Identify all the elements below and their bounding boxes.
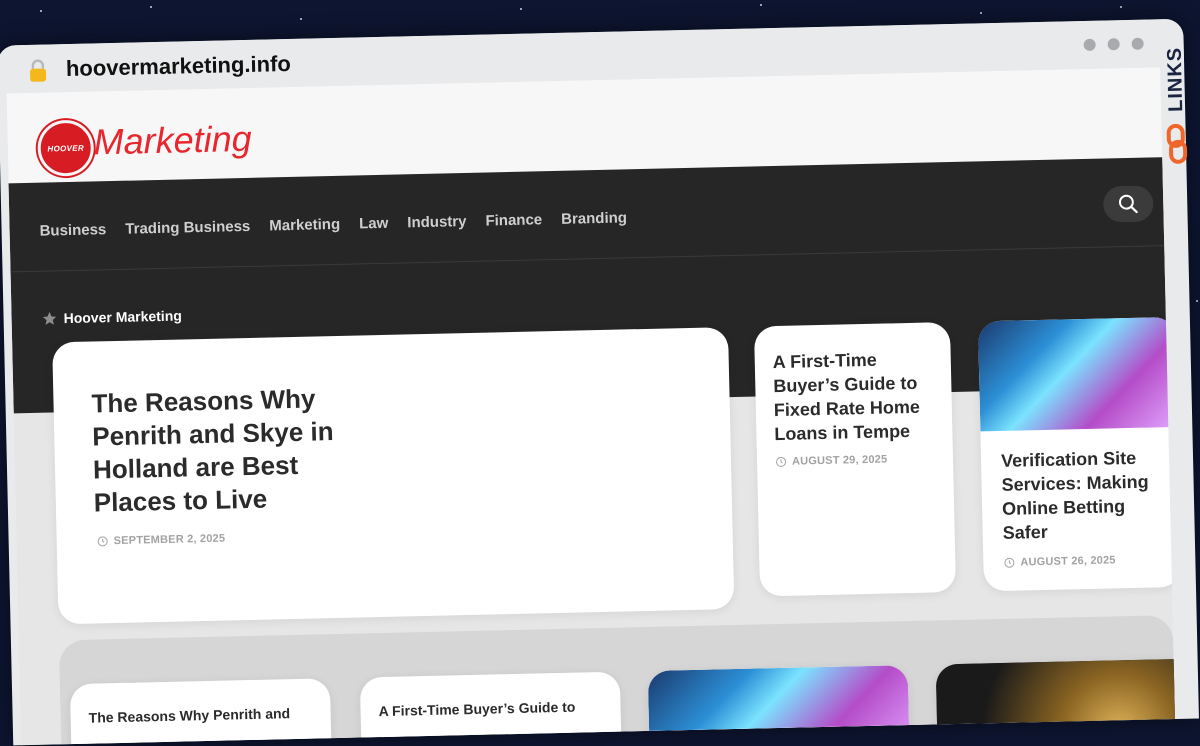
nav-item-business[interactable]: Business <box>39 221 106 240</box>
nav-divider <box>10 245 1165 273</box>
browser-window: hoovermarketing.info HOOVER Marketing Bu… <box>0 18 1199 746</box>
chain-link-icon <box>1166 123 1188 164</box>
search-button[interactable] <box>1102 185 1154 223</box>
post-date: AUGUST 26, 2025 <box>1003 554 1116 569</box>
window-controls <box>1083 37 1144 51</box>
nav-item-marketing[interactable]: Marketing <box>269 216 340 235</box>
side-links-badge[interactable]: LINKS <box>1162 47 1195 348</box>
post-card[interactable] <box>935 658 1175 746</box>
post-card[interactable]: A First-Time Buyer’s Guide to <box>359 671 622 746</box>
nav-item-trading-business[interactable]: Trading Business <box>125 218 250 238</box>
post-title[interactable]: A First-Time Buyer’s Guide to <box>378 699 575 719</box>
post-title[interactable]: The Reasons Why Penrith and <box>88 705 290 726</box>
side-badge-text: LINKS <box>1163 46 1187 113</box>
post-card[interactable]: A First-Time Buyer’s Guide to Fixed Rate… <box>753 322 957 597</box>
clock-icon <box>97 536 108 547</box>
nav-item-industry[interactable]: Industry <box>407 213 467 231</box>
post-card[interactable] <box>647 665 910 746</box>
post-thumbnail-casino-chips[interactable] <box>647 665 910 746</box>
search-icon <box>1118 194 1138 214</box>
post-date: AUGUST 29, 2025 <box>775 453 888 469</box>
address-bar-url[interactable]: hoovermarketing.info <box>66 51 291 82</box>
post-title[interactable]: Verification Site Services: Making Onlin… <box>1001 445 1163 545</box>
post-date-text: AUGUST 29, 2025 <box>791 453 888 468</box>
star-icon <box>42 311 57 325</box>
main-nav: Business Trading Business Marketing Law … <box>39 209 627 239</box>
post-card[interactable]: The Reasons Why Penrith and <box>69 678 332 746</box>
window-dot[interactable] <box>1131 37 1144 50</box>
nav-item-finance[interactable]: Finance <box>485 211 542 229</box>
nav-item-law[interactable]: Law <box>359 215 389 233</box>
post-title[interactable]: A First-Time Buyer’s Guide to Fixed Rate… <box>773 346 935 446</box>
featured-post-card[interactable]: The Reasons Why Penrith and Skye in Holl… <box>52 327 735 625</box>
nav-item-branding[interactable]: Branding <box>561 209 627 227</box>
logo-badge[interactable]: HOOVER <box>37 119 95 177</box>
post-date-text: SEPTEMBER 2, 2025 <box>113 532 226 548</box>
breadcrumb: Hoover Marketing <box>41 307 182 326</box>
logo-text[interactable]: Marketing <box>93 118 252 164</box>
window-dot[interactable] <box>1083 38 1096 51</box>
clock-icon <box>776 456 787 467</box>
post-thumbnail-coins[interactable] <box>935 658 1175 746</box>
clock-icon <box>1004 557 1015 568</box>
post-date-text: AUGUST 26, 2025 <box>1020 554 1116 569</box>
web-page: HOOVER Marketing Business Trading Busine… <box>6 67 1175 746</box>
lock-icon <box>29 59 47 82</box>
breadcrumb-label[interactable]: Hoover Marketing <box>63 307 182 326</box>
post-thumbnail-casino-chips[interactable] <box>977 316 1175 432</box>
window-dot[interactable] <box>1107 38 1120 51</box>
post-card[interactable]: Verification Site Services: Making Onlin… <box>977 316 1175 592</box>
post-title[interactable]: The Reasons Why Penrith and Skye in Holl… <box>91 381 374 519</box>
post-date: SEPTEMBER 2, 2025 <box>97 532 226 548</box>
logo-badge-text: HOOVER <box>47 143 85 153</box>
